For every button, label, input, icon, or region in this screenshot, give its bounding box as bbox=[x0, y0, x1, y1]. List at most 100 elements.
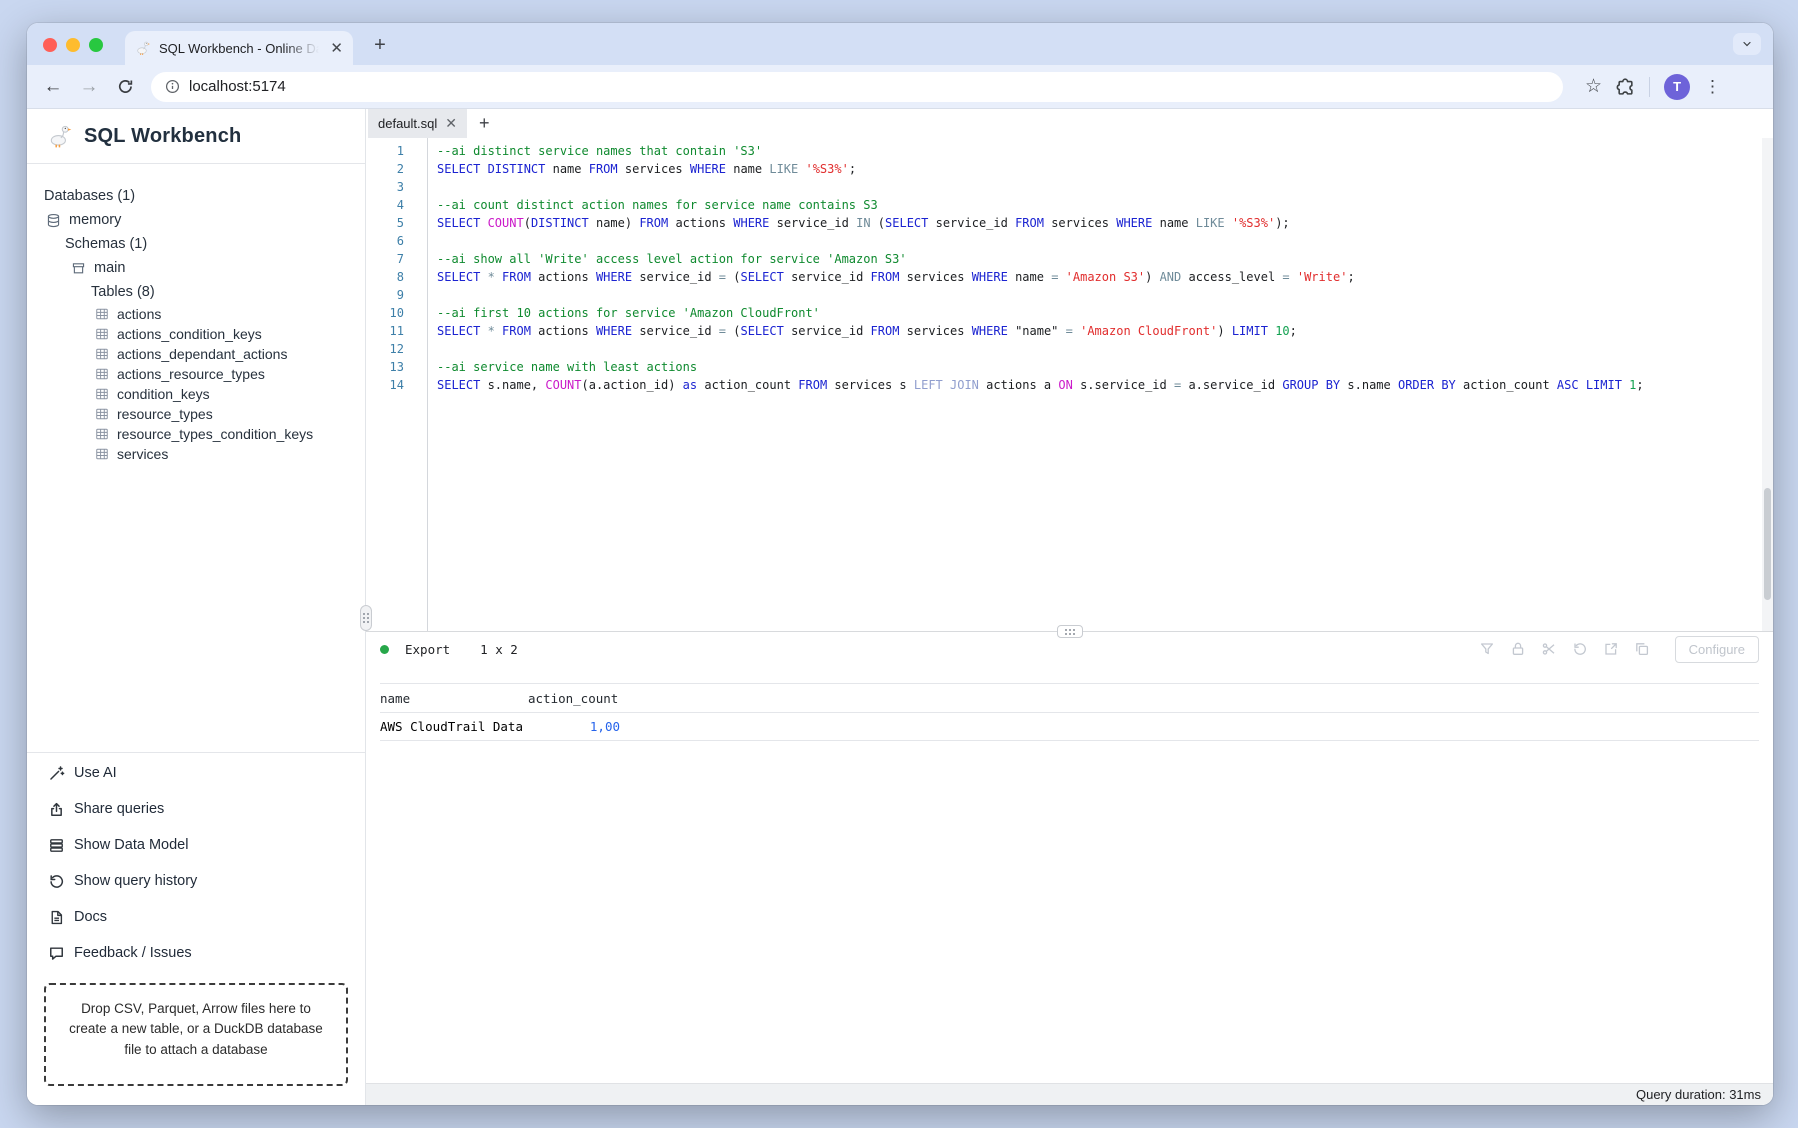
sql-editor[interactable]: 1234567891011121314 --ai distinct servic… bbox=[366, 138, 1773, 631]
reload-icon bbox=[117, 78, 134, 95]
panel-divider bbox=[366, 631, 1773, 632]
table-icon bbox=[95, 447, 109, 461]
column-header-action-count[interactable]: action_count bbox=[528, 684, 628, 712]
url-bar[interactable]: localhost:5174 bbox=[151, 72, 1563, 102]
extensions-icon[interactable] bbox=[1616, 77, 1635, 96]
app-title: SQL Workbench bbox=[84, 125, 241, 148]
editor-tab-default-sql[interactable]: default.sql ✕ bbox=[368, 109, 467, 138]
cell-action-count: 1,00 bbox=[528, 713, 628, 740]
menu-item-use-ai[interactable]: Use AI bbox=[27, 755, 365, 791]
code-line[interactable] bbox=[437, 340, 1773, 358]
table-icon bbox=[95, 407, 109, 421]
line-number: 1 bbox=[366, 142, 427, 160]
sidebar-resize-handle[interactable] bbox=[360, 605, 372, 631]
line-number: 9 bbox=[366, 286, 427, 304]
goose-favicon-icon bbox=[135, 40, 151, 56]
tree-table-resource_types[interactable]: resource_types bbox=[27, 404, 365, 424]
database-icon bbox=[46, 213, 61, 228]
column-header-name[interactable]: name bbox=[380, 684, 528, 712]
back-button[interactable]: ← bbox=[39, 76, 67, 98]
line-number: 10 bbox=[366, 304, 427, 322]
code-line[interactable]: SELECT * FROM actions WHERE service_id =… bbox=[437, 322, 1773, 340]
line-number: 7 bbox=[366, 250, 427, 268]
editor-tab-close-icon[interactable]: ✕ bbox=[445, 115, 457, 132]
new-tab-button[interactable]: + bbox=[367, 34, 393, 57]
code-line[interactable]: --ai distinct service names that contain… bbox=[437, 142, 1773, 160]
tree-table-actions_dependant_actions[interactable]: actions_dependant_actions bbox=[27, 344, 365, 364]
file-dropzone[interactable]: Drop CSV, Parquet, Arrow files here to c… bbox=[44, 983, 348, 1086]
status-dot bbox=[380, 645, 389, 654]
code-line[interactable] bbox=[437, 232, 1773, 250]
results-table: name action_count AWS CloudTrail Data 1,… bbox=[380, 683, 1759, 741]
maximize-window-button[interactable] bbox=[89, 38, 103, 52]
app-header: SQL Workbench bbox=[27, 109, 365, 164]
code-line[interactable]: SELECT COUNT(DISTINCT name) FROM actions… bbox=[437, 214, 1773, 232]
copy-icon[interactable] bbox=[1634, 641, 1650, 657]
table-icon bbox=[95, 387, 109, 401]
lock-icon[interactable] bbox=[1510, 641, 1526, 657]
editor-code[interactable]: --ai distinct service names that contain… bbox=[428, 138, 1773, 631]
menu-item-feedback[interactable]: Feedback / Issues bbox=[27, 935, 365, 971]
results-table-header: name action_count bbox=[380, 683, 1759, 713]
tree-table-services[interactable]: services bbox=[27, 444, 365, 464]
minimize-window-button[interactable] bbox=[66, 38, 80, 52]
table-row[interactable]: AWS CloudTrail Data 1,00 bbox=[380, 713, 1759, 741]
export-button[interactable]: Export bbox=[405, 642, 450, 657]
line-number: 6 bbox=[366, 232, 427, 250]
undo-icon[interactable] bbox=[1572, 641, 1588, 657]
site-info-icon[interactable] bbox=[165, 79, 180, 94]
panel-resize-handle[interactable] bbox=[1057, 625, 1083, 638]
code-line[interactable] bbox=[437, 178, 1773, 196]
close-window-button[interactable] bbox=[43, 38, 57, 52]
code-line[interactable]: SELECT DISTINCT name FROM services WHERE… bbox=[437, 160, 1773, 178]
line-number: 13 bbox=[366, 358, 427, 376]
line-number: 5 bbox=[366, 214, 427, 232]
tree-table-resource_types_condition_keys[interactable]: resource_types_condition_keys bbox=[27, 424, 365, 444]
table-icon bbox=[95, 367, 109, 381]
editor-scrollbar bbox=[1762, 138, 1773, 631]
tree-databases-label[interactable]: Databases (1) bbox=[27, 184, 365, 208]
magic-wand-icon bbox=[48, 765, 65, 782]
cut-icon[interactable] bbox=[1541, 641, 1557, 657]
code-line[interactable]: --ai first 10 actions for service 'Amazo… bbox=[437, 304, 1773, 322]
menu-item-share-queries[interactable]: Share queries bbox=[27, 791, 365, 827]
menu-item-docs[interactable]: Docs bbox=[27, 899, 365, 935]
filter-icon[interactable] bbox=[1479, 641, 1495, 657]
sidebar-menu: Use AI Share queries bbox=[27, 752, 365, 1105]
code-line[interactable] bbox=[437, 286, 1773, 304]
table-icon bbox=[95, 427, 109, 441]
tree-database-memory[interactable]: memory bbox=[27, 208, 365, 232]
code-line[interactable]: --ai service name with least actions bbox=[437, 358, 1773, 376]
code-line[interactable]: --ai count distinct action names for ser… bbox=[437, 196, 1773, 214]
tree-table-actions_condition_keys[interactable]: actions_condition_keys bbox=[27, 324, 365, 344]
database-tree: Databases (1) memory Schemas (1) bbox=[27, 164, 365, 464]
profile-avatar[interactable]: T bbox=[1664, 74, 1690, 100]
url-text: localhost:5174 bbox=[189, 78, 286, 95]
forward-button[interactable]: → bbox=[75, 76, 103, 98]
schema-icon bbox=[71, 261, 86, 276]
reload-button[interactable] bbox=[111, 78, 139, 95]
tab-search-button[interactable] bbox=[1733, 33, 1761, 55]
code-line[interactable]: SELECT s.name, COUNT(a.action_id) as act… bbox=[437, 376, 1773, 394]
tab-title: SQL Workbench - Online Data bbox=[159, 41, 319, 56]
open-external-icon[interactable] bbox=[1603, 641, 1619, 657]
scrollbar-thumb[interactable] bbox=[1764, 488, 1771, 600]
menu-item-show-data-model[interactable]: Show Data Model bbox=[27, 827, 365, 863]
browser-menu-button[interactable]: ⋮ bbox=[1704, 77, 1721, 97]
menu-item-show-query-history[interactable]: Show query history bbox=[27, 863, 365, 899]
chevron-down-icon bbox=[1741, 38, 1753, 50]
table-icon bbox=[95, 347, 109, 361]
code-line[interactable]: SELECT * FROM actions WHERE service_id =… bbox=[437, 268, 1773, 286]
tree-schemas-label[interactable]: Schemas (1) bbox=[27, 232, 365, 256]
tree-tables-label[interactable]: Tables (8) bbox=[27, 280, 365, 304]
new-query-tab-button[interactable]: + bbox=[479, 113, 490, 134]
tab-close-icon[interactable]: ✕ bbox=[330, 41, 343, 56]
tree-table-condition_keys[interactable]: condition_keys bbox=[27, 384, 365, 404]
tree-table-actions_resource_types[interactable]: actions_resource_types bbox=[27, 364, 365, 384]
tree-schema-main[interactable]: main bbox=[27, 256, 365, 280]
bookmark-star-icon[interactable]: ☆ bbox=[1585, 75, 1602, 98]
configure-button[interactable]: Configure bbox=[1675, 636, 1759, 663]
tree-table-actions[interactable]: actions bbox=[27, 304, 365, 324]
code-line[interactable]: --ai show all 'Write' access level actio… bbox=[437, 250, 1773, 268]
browser-tab[interactable]: SQL Workbench - Online Data ✕ bbox=[125, 31, 353, 65]
